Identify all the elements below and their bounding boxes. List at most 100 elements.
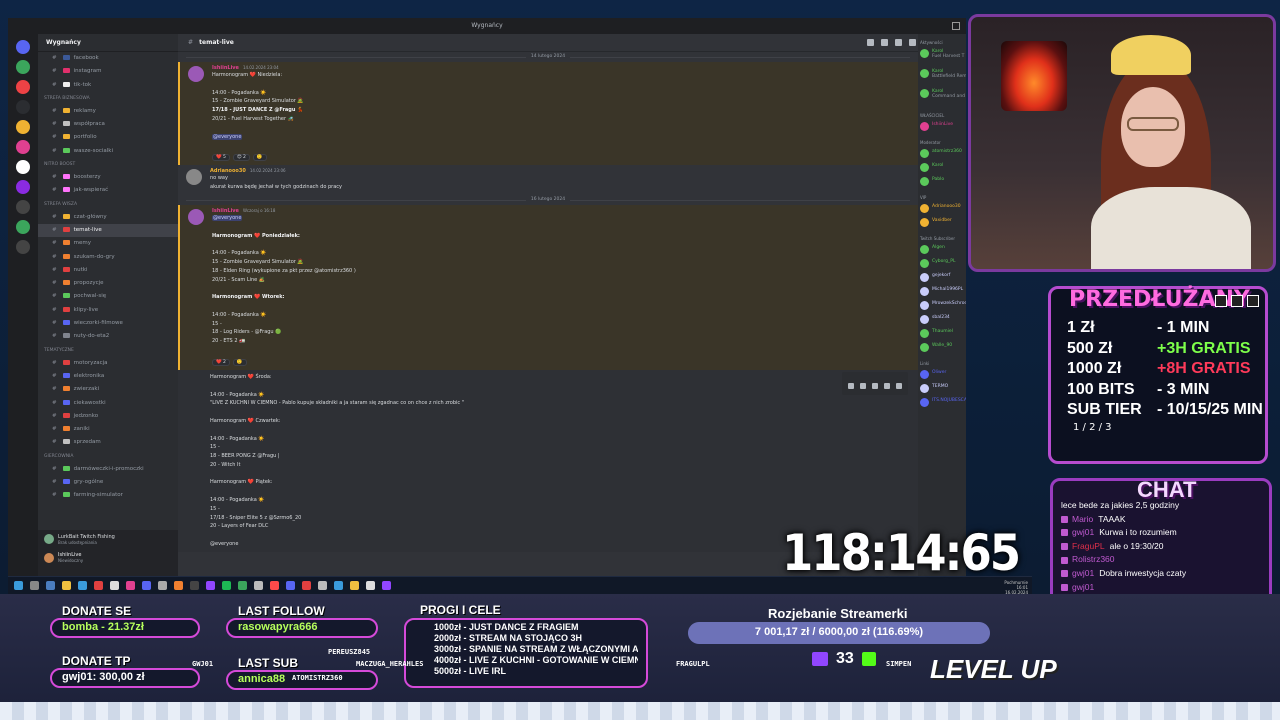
server-name[interactable]: Wygnańcy xyxy=(38,34,178,52)
app-icon[interactable] xyxy=(254,581,263,590)
channel-reklamy[interactable]: # reklamy xyxy=(38,105,178,118)
system-tray[interactable]: Pochmurnie 16:01 16.02.2024 xyxy=(1004,580,1028,595)
reaction-button[interactable]: ❤️ 5 xyxy=(212,154,230,162)
app-icon[interactable] xyxy=(334,581,343,590)
member-item[interactable]: Karol Battlefield Rem xyxy=(918,67,966,87)
app-icon[interactable] xyxy=(190,581,199,590)
server-icon[interactable] xyxy=(16,140,30,154)
member-item[interactable]: Walle_90 xyxy=(918,341,966,355)
channel-czat-główny[interactable]: # czat-główny xyxy=(38,211,178,224)
member-item[interactable]: Karol Command and xyxy=(918,87,966,107)
reaction-button[interactable]: ❤️ 2 xyxy=(212,358,230,366)
server-icon[interactable] xyxy=(16,160,30,174)
channel-nutki[interactable]: # nutki xyxy=(38,264,178,277)
mention[interactable]: @everyone xyxy=(212,133,243,140)
taskview-icon[interactable] xyxy=(46,581,55,590)
member-item[interactable]: Adrianooo30 xyxy=(918,202,966,216)
gift-icon[interactable] xyxy=(848,382,854,389)
app-icon[interactable] xyxy=(270,581,279,590)
channel-category[interactable]: NITRO BOOST xyxy=(38,158,178,171)
channel-darmóweczki-i-promoczki[interactable]: # darmóweczki-i-promoczki xyxy=(38,463,178,476)
gif-icon[interactable] xyxy=(860,382,866,389)
member-item[interactable]: ITS.NOJUBESCARE xyxy=(918,396,966,410)
channel-sprzedam[interactable]: # sprzedam xyxy=(38,436,178,449)
member-item[interactable]: atomistrz360 xyxy=(918,147,966,161)
member-item[interactable]: Vaxidber xyxy=(918,216,966,230)
member-item[interactable]: sbal234 xyxy=(918,313,966,327)
app-icon[interactable] xyxy=(110,581,119,590)
user-info[interactable]: IshiinLive Niewidoczny xyxy=(38,548,178,570)
start-icon[interactable] xyxy=(14,581,23,590)
member-item[interactable]: MrowzekSchrodingera xyxy=(918,299,966,313)
member-item[interactable]: TERMO xyxy=(918,382,966,396)
twitch-icon[interactable] xyxy=(206,581,215,590)
reaction-button[interactable]: 🙂 xyxy=(232,358,247,366)
member-item[interactable]: Thaumiel xyxy=(918,327,966,341)
members-icon[interactable] xyxy=(909,39,916,46)
channel-pochwal-się[interactable]: # pochwal-się xyxy=(38,290,178,303)
channel-elektronika[interactable]: # elektronika xyxy=(38,370,178,383)
activity-panel[interactable]: LurkBait Twitch Fishing Brak udostępnian… xyxy=(38,530,178,548)
channel-farming-simulator[interactable]: # farming-simulator xyxy=(38,489,178,502)
channel-wasze-socialki[interactable]: # wasze-socialki xyxy=(38,145,178,158)
reaction-button[interactable]: 🙂 xyxy=(252,154,267,162)
emoji-icon[interactable] xyxy=(884,382,890,389)
pin-icon[interactable] xyxy=(895,39,902,46)
member-item[interactable]: gejekorf xyxy=(918,271,966,285)
channel-nuty-do-eta2[interactable]: # nuty-do-eta2 xyxy=(38,330,178,343)
add-server-icon[interactable] xyxy=(16,220,30,234)
channel-motoryzacja[interactable]: # motoryzacja xyxy=(38,357,178,370)
member-item[interactable]: Karol xyxy=(918,161,966,175)
discord-taskbar-icon[interactable] xyxy=(142,581,151,590)
app-icon[interactable] xyxy=(174,581,183,590)
app-icon[interactable] xyxy=(126,581,135,590)
server-icon[interactable] xyxy=(16,80,30,94)
channel-category[interactable]: GIERCOWNIA xyxy=(38,450,178,463)
apps-icon[interactable] xyxy=(896,382,902,389)
window-close-button[interactable] xyxy=(952,22,960,30)
channel-boosterzy[interactable]: # boosterzy xyxy=(38,171,178,184)
channel-tik-tok[interactable]: # tik-tok xyxy=(38,79,178,92)
mention[interactable]: @everyone xyxy=(212,214,243,221)
server-icon[interactable] xyxy=(16,200,30,214)
member-item[interactable]: Oliwer xyxy=(918,368,966,382)
app-icon[interactable] xyxy=(302,581,311,590)
app-icon[interactable] xyxy=(286,581,295,590)
xbox-icon[interactable] xyxy=(238,581,247,590)
channel-zaniki[interactable]: # zaniki xyxy=(38,423,178,436)
avatar[interactable] xyxy=(188,66,204,82)
channel-category[interactable]: STREFA WISZA xyxy=(38,198,178,211)
member-item[interactable]: IshiinLive xyxy=(918,120,966,134)
bell-icon[interactable] xyxy=(881,39,888,46)
avatar[interactable] xyxy=(186,169,202,186)
channel-category[interactable]: TEMATYCZNE xyxy=(38,344,178,357)
channel-propozycje[interactable]: # propozycje xyxy=(38,277,178,290)
server-icon[interactable] xyxy=(16,180,30,194)
reaction-button[interactable]: 😍 2 xyxy=(232,154,250,162)
threads-icon[interactable] xyxy=(867,39,874,46)
app-icon[interactable] xyxy=(94,581,103,590)
avatar[interactable] xyxy=(188,208,204,225)
member-item[interactable]: Pablo xyxy=(918,175,966,189)
channel-memy[interactable]: # memy xyxy=(38,237,178,250)
app-icon[interactable] xyxy=(366,581,375,590)
search-icon[interactable] xyxy=(30,581,39,590)
server-icon[interactable] xyxy=(16,100,30,114)
channel-jedzonko[interactable]: # jedzonko xyxy=(38,410,178,423)
channel-współpraca[interactable]: # współpraca xyxy=(38,118,178,131)
channel-gry-ogólne[interactable]: # gry-ogólne xyxy=(38,476,178,489)
channel-temat-live[interactable]: # temat-live xyxy=(38,223,178,238)
member-item[interactable]: Michal1996PL xyxy=(918,285,966,299)
member-item[interactable]: Cyborg_PL xyxy=(918,257,966,271)
discord-home-icon[interactable] xyxy=(16,40,30,54)
channel-instagram[interactable]: # instagram xyxy=(38,65,178,78)
channel-category[interactable]: STREFA BIZNESOWA xyxy=(38,92,178,105)
channel-portfolio[interactable]: # portfolio xyxy=(38,131,178,144)
app-icon[interactable] xyxy=(158,581,167,590)
channel-jak-wspierać[interactable]: # jak-wspierać xyxy=(38,184,178,197)
server-icon[interactable] xyxy=(16,120,30,134)
spotify-icon[interactable] xyxy=(222,581,231,590)
server-icon[interactable] xyxy=(16,60,30,74)
channel-szukam-do-gry[interactable]: # szukam-do-gry xyxy=(38,251,178,264)
channel-zwierzaki[interactable]: # zwierzaki xyxy=(38,383,178,396)
